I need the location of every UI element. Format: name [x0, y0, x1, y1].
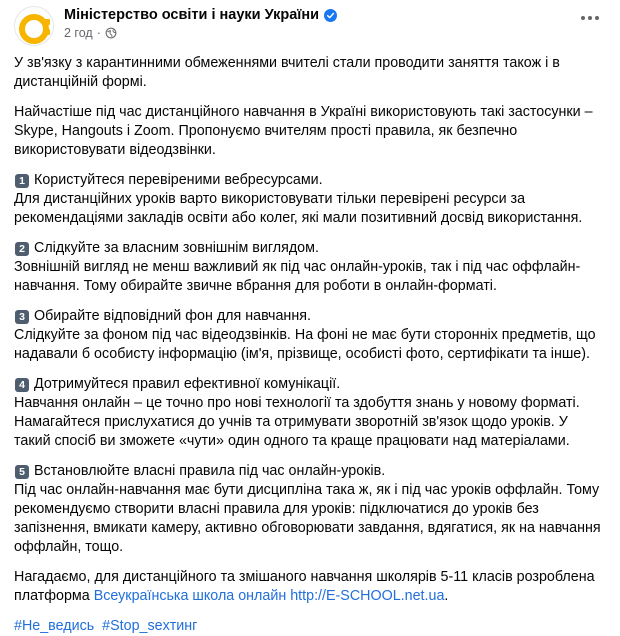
rule-text: Навчання онлайн – це точно про нові техн… [14, 395, 580, 449]
ellipsis-dot-icon [595, 16, 599, 20]
rule-text: Під час онлайн-навчання має бути дисципл… [14, 482, 601, 555]
rule-title: Обирайте відповідний фон для навчання. [34, 308, 311, 324]
rule-title: Слідкуйте за власним зовнішнім виглядом. [34, 240, 319, 256]
ellipsis-dot-icon [581, 16, 585, 20]
keycap-number-icon: 5 [15, 464, 29, 479]
post-meta: 2 год · [64, 26, 337, 40]
rule-text: Зовнішній вигляд не менш важливий як під… [14, 259, 581, 294]
rule-text: Слідкуйте за фоном під час відеодзвінків… [14, 327, 596, 362]
rule-title-line: 5 Встановлюйте власні правила під час он… [14, 462, 606, 481]
keycap-number-icon: 4 [15, 377, 29, 392]
verified-badge-icon [324, 8, 338, 22]
rule-title: Встановлюйте власні правила під час онла… [34, 463, 386, 479]
rule-title-line: 1 Користуйтеся перевіреними вебресурсами… [14, 171, 606, 190]
rule-item: 2 Слідкуйте за власним зовнішнім виглядо… [14, 239, 606, 296]
eschool-platform-link[interactable]: Всеукраїнська школа онлайн [94, 588, 287, 604]
rule-item: 1 Користуйтеся перевіреними вебресурсами… [14, 171, 606, 228]
page-avatar[interactable] [14, 6, 54, 46]
keycap-number-icon: 3 [15, 309, 29, 324]
hashtag-link[interactable]: #Stop_sexтинг [102, 618, 197, 634]
outro-end: . [444, 588, 449, 604]
rule-title: Користуйтеся перевіреними вебресурсами. [34, 172, 323, 188]
globe-icon[interactable] [105, 27, 117, 39]
logo-dot-icon [44, 29, 50, 35]
ellipsis-dot-icon [588, 16, 592, 20]
keycap-number-icon: 1 [15, 173, 29, 188]
hashtag-link[interactable]: #Не_ведись [14, 618, 94, 634]
rule-title-line: 4 Дотримуйтеся правил ефективної комунік… [14, 375, 606, 394]
intro-paragraph: У зв'язку з карантинними обмеженнями вчи… [14, 55, 560, 90]
rule-item: 3 Обирайте відповідний фон для навчання.… [14, 307, 606, 364]
keycap-number-icon: 2 [15, 241, 29, 256]
eschool-url-link[interactable]: http://E-SCHOOL.net.ua [290, 588, 444, 604]
hashtag-row: #Не_ведись #Stop_sexтинг [14, 617, 606, 636]
post-header: Міністерство освіти і науки України 2 го… [14, 0, 606, 48]
facebook-post: Міністерство освіти і науки України 2 го… [0, 0, 620, 634]
post-time-link[interactable]: 2 год [64, 26, 93, 40]
logo-dot-icon [44, 19, 50, 25]
rule-item: 5 Встановлюйте власні правила під час он… [14, 462, 606, 557]
meta-separator: · [96, 26, 101, 40]
rule-title-line: 2 Слідкуйте за власним зовнішнім виглядо… [14, 239, 606, 258]
page-name-row: Міністерство освіти і науки України [64, 7, 338, 23]
header-info: Міністерство освіти і науки України 2 го… [64, 6, 338, 40]
post-body: У зв'язку з карантинними обмеженнями вчи… [14, 54, 606, 636]
rule-title-line: 3 Обирайте відповідний фон для навчання. [14, 307, 606, 326]
page-name-link[interactable]: Міністерство освіти і науки України [64, 7, 319, 23]
rule-title: Дотримуйтеся правил ефективної комунікац… [34, 376, 341, 392]
more-options-button[interactable] [572, 4, 608, 32]
outro-paragraph: Нагадаємо, для дистанційного та змішаног… [14, 568, 606, 606]
rule-text: Для дистанційних уроків варто використов… [14, 191, 583, 226]
rule-item: 4 Дотримуйтеся правил ефективної комунік… [14, 375, 606, 451]
apps-paragraph: Найчастіше під час дистанційного навчанн… [14, 104, 593, 158]
